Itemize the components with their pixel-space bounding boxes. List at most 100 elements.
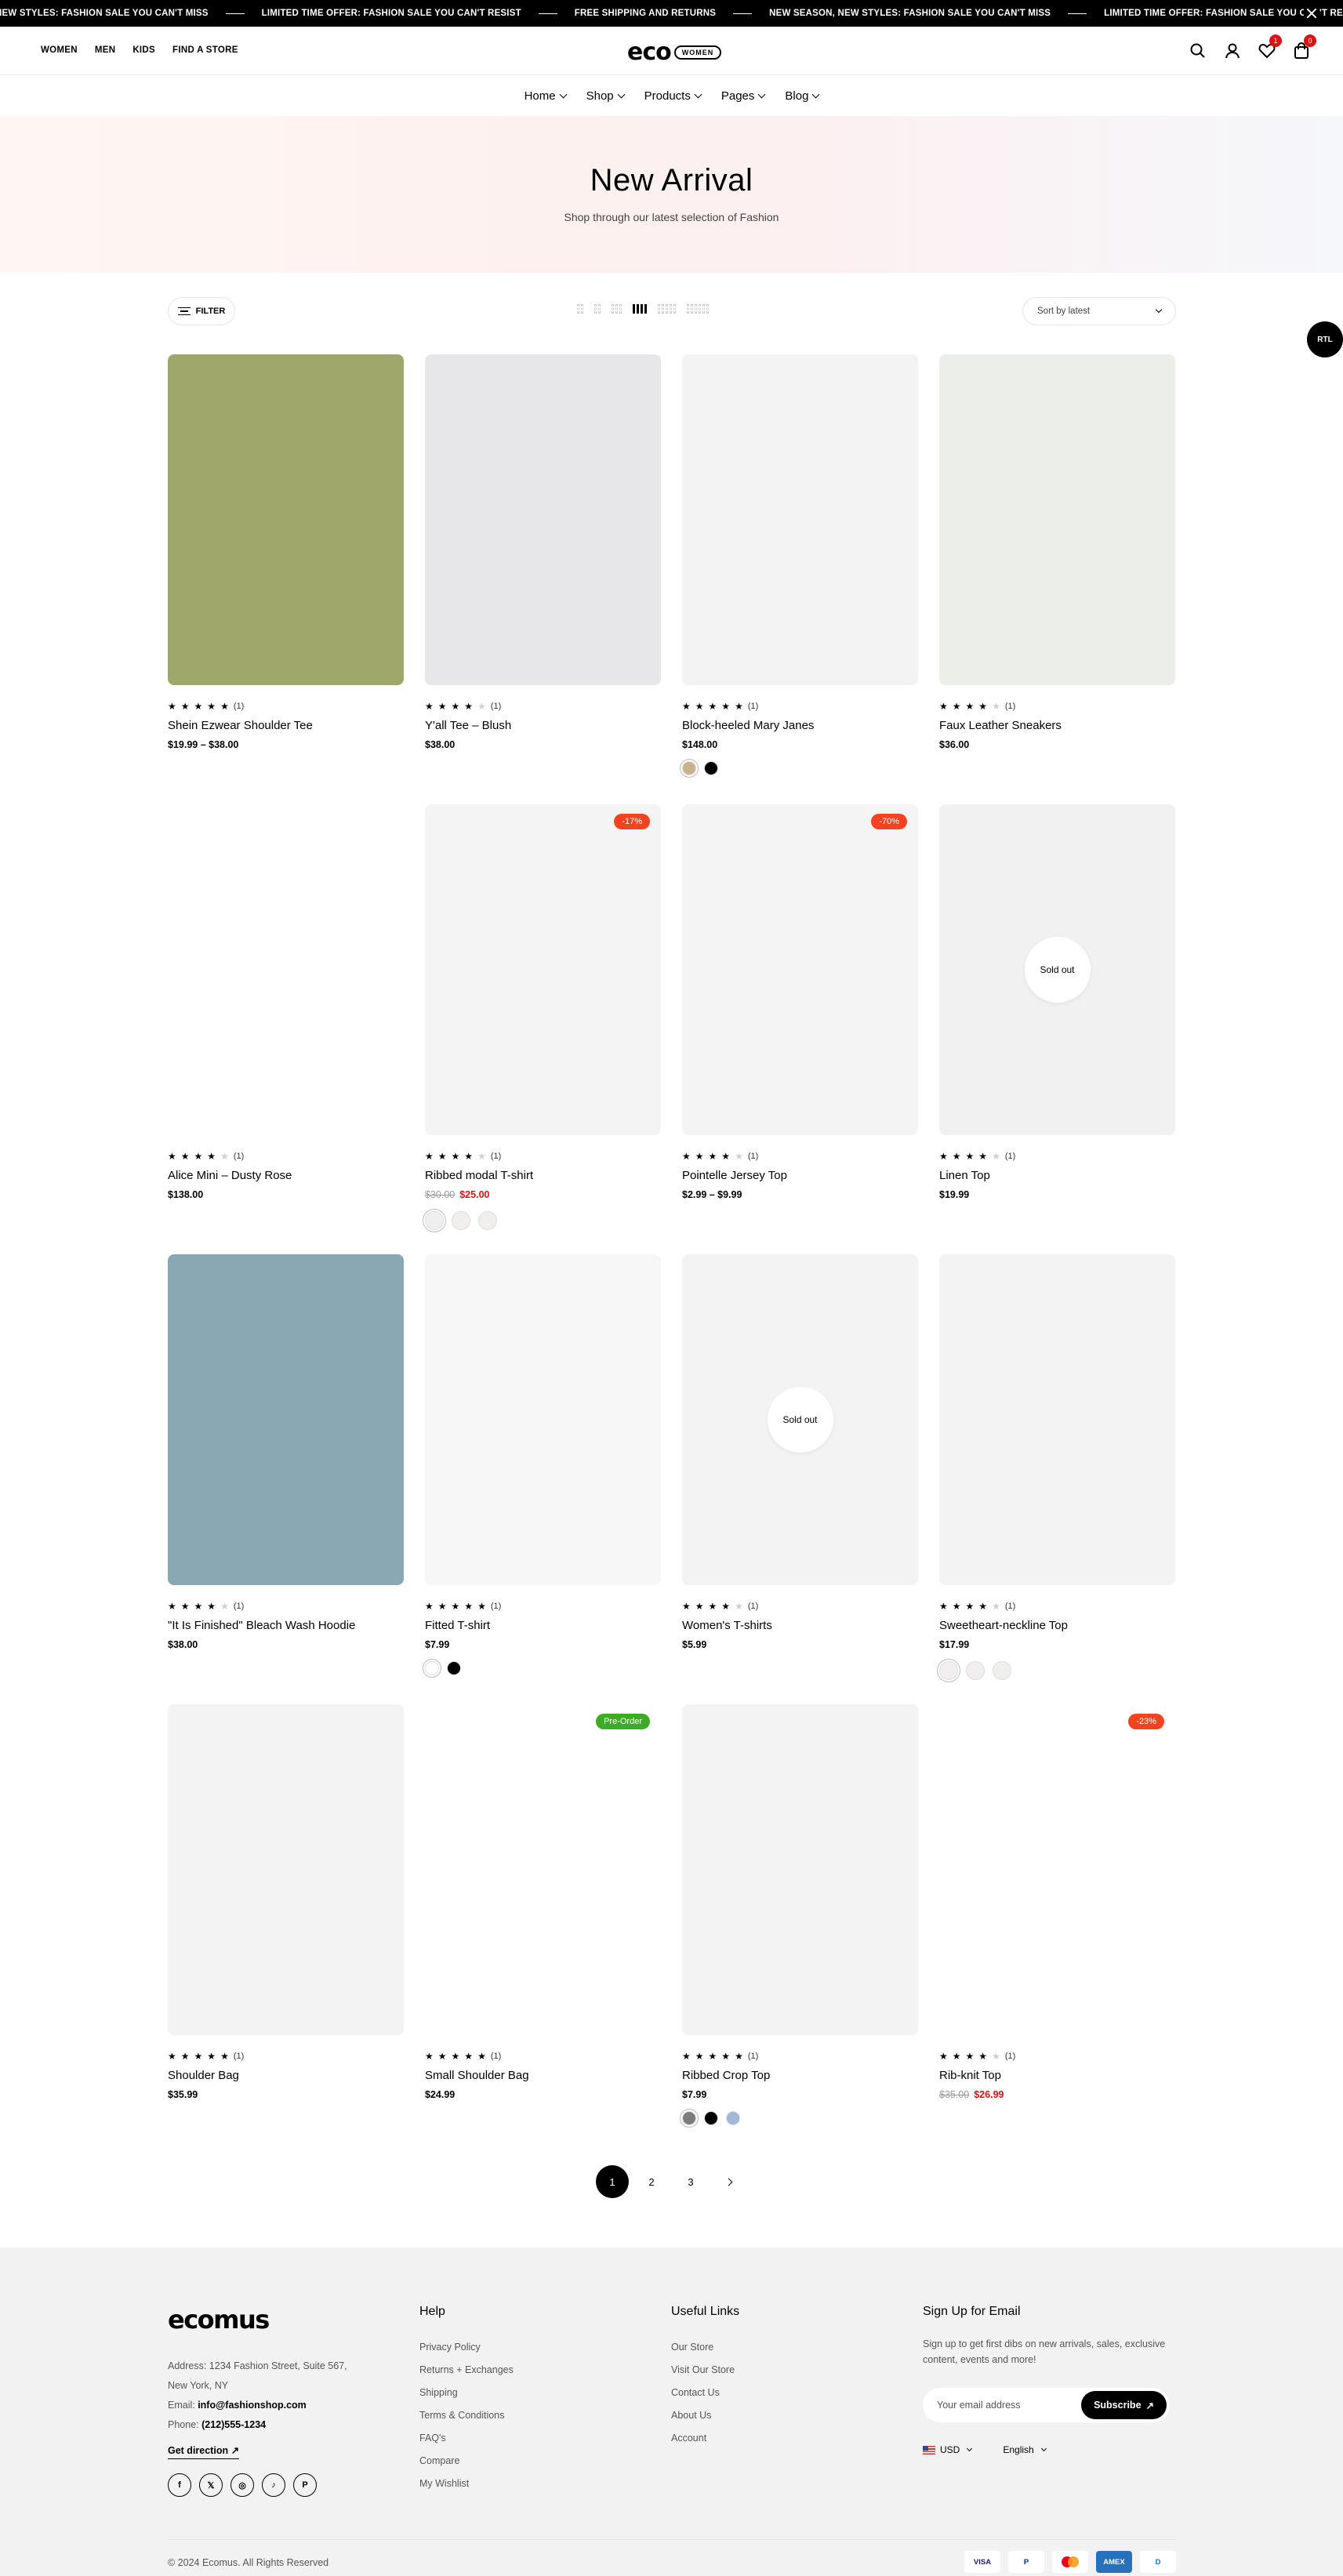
filter-button[interactable]: FILTER bbox=[168, 297, 235, 325]
product-card[interactable]: ★ ★ ★ ★ ★ (1) Block-heeled Mary Janes $148.00 bbox=[682, 354, 918, 804]
tiktok-icon[interactable]: ♪ bbox=[262, 2473, 285, 2497]
product-image[interactable] bbox=[939, 1254, 1175, 1585]
product-name[interactable]: Small Shoulder Bag bbox=[425, 2069, 661, 2082]
image-swatch[interactable] bbox=[452, 1211, 470, 1230]
x-twitter-icon[interactable]: 𝕏 bbox=[199, 2473, 223, 2497]
product-card[interactable]: ★ ★ ★ ★ ★ (1) Y'all Tee – Blush $38.00 bbox=[425, 354, 661, 804]
footer-link[interactable]: My Wishlist bbox=[419, 2473, 514, 2495]
product-card[interactable]: Sold out ★ ★ ★ ★ ★ (1) Linen Top $19.99 bbox=[939, 804, 1175, 1254]
footer-link[interactable]: Account bbox=[671, 2427, 739, 2450]
layout-5-columns-option[interactable] bbox=[658, 304, 676, 314]
next-page-button[interactable] bbox=[713, 2165, 746, 2198]
footer-link[interactable]: Shipping bbox=[419, 2382, 514, 2404]
product-image[interactable] bbox=[425, 1254, 661, 1585]
product-name[interactable]: "It Is Finished" Bleach Wash Hoodie bbox=[168, 1619, 404, 1632]
footer-email-value[interactable]: info@fashionshop.com bbox=[198, 2400, 307, 2411]
sort-select[interactable]: Sort by latest bbox=[1022, 297, 1176, 325]
product-image[interactable]: Pre-Order bbox=[425, 1704, 661, 2035]
product-name[interactable]: Shoulder Bag bbox=[168, 2069, 404, 2082]
header-link-women[interactable]: WOMEN bbox=[41, 45, 78, 55]
nav-item-pages[interactable]: Pages bbox=[721, 89, 766, 103]
nav-item-products[interactable]: Products bbox=[644, 89, 702, 103]
image-swatch[interactable] bbox=[425, 1211, 444, 1230]
rtl-toggle-button[interactable]: RTL bbox=[1307, 321, 1343, 357]
footer-link[interactable]: Our Store bbox=[671, 2336, 739, 2359]
site-logo[interactable]: eco WOMEN bbox=[627, 38, 722, 66]
color-swatch[interactable] bbox=[682, 761, 696, 775]
color-swatch[interactable] bbox=[682, 2111, 696, 2125]
product-name[interactable]: Ribbed Crop Top bbox=[682, 2069, 918, 2082]
product-name[interactable]: Women's T-shirts bbox=[682, 1619, 918, 1632]
product-name[interactable]: Pointelle Jersey Top bbox=[682, 1169, 918, 1182]
footer-link[interactable]: Visit Our Store bbox=[671, 2359, 739, 2382]
close-icon[interactable] bbox=[1304, 5, 1319, 21]
product-image[interactable]: -17% bbox=[425, 804, 661, 1135]
color-swatch[interactable] bbox=[447, 1661, 461, 1675]
product-name[interactable]: Ribbed modal T-shirt bbox=[425, 1169, 661, 1182]
product-image[interactable] bbox=[168, 1254, 404, 1585]
layout-6-columns-option[interactable] bbox=[687, 304, 709, 314]
header-link-find-store[interactable]: FIND A STORE bbox=[172, 45, 238, 55]
product-image[interactable] bbox=[939, 354, 1175, 685]
product-name[interactable]: Block-heeled Mary Janes bbox=[682, 719, 918, 732]
image-swatch[interactable] bbox=[993, 1661, 1011, 1680]
product-card[interactable]: -17% ★ ★ ★ ★ ★ (1) Ribbed modal T-shirt $30.00 $2… bbox=[425, 804, 661, 1254]
color-swatch[interactable] bbox=[704, 2111, 718, 2125]
footer-link[interactable]: Returns + Exchanges bbox=[419, 2359, 514, 2382]
product-name[interactable]: Alice Mini – Dusty Rose bbox=[168, 1169, 404, 1182]
email-input[interactable]: Your email address bbox=[937, 2400, 1021, 2411]
header-link-kids[interactable]: KIDS bbox=[132, 45, 155, 55]
wishlist-icon[interactable]: 1 bbox=[1257, 34, 1282, 61]
footer-link[interactable]: Compare bbox=[419, 2450, 514, 2473]
product-card[interactable]: ★ ★ ★ ★ ★ (1) Shein Ezwear Shoulder Tee $19.99 … bbox=[168, 354, 404, 804]
image-swatch[interactable] bbox=[478, 1211, 497, 1230]
facebook-icon[interactable]: f bbox=[168, 2473, 191, 2497]
footer-link[interactable]: Terms & Conditions bbox=[419, 2404, 514, 2427]
product-card[interactable]: -70% ★ ★ ★ ★ ★ (1) Pointelle Jersey Top $2.99 – … bbox=[682, 804, 918, 1254]
product-name[interactable]: Linen Top bbox=[939, 1169, 1175, 1182]
nav-item-blog[interactable]: Blog bbox=[785, 89, 820, 103]
product-image[interactable] bbox=[682, 1704, 918, 2035]
product-card[interactable]: -23% ★ ★ ★ ★ ★ (1) Rib-knit Top $35.00 $26.99 bbox=[939, 1704, 1175, 2154]
layout-2-columns-option[interactable] bbox=[594, 304, 601, 314]
nav-item-shop[interactable]: Shop bbox=[586, 89, 626, 103]
product-name[interactable]: Faux Leather Sneakers bbox=[939, 719, 1175, 732]
cart-icon[interactable]: 0 bbox=[1291, 34, 1316, 61]
footer-link[interactable]: About Us bbox=[671, 2404, 739, 2427]
image-swatch[interactable] bbox=[966, 1661, 985, 1680]
product-name[interactable]: Shein Ezwear Shoulder Tee bbox=[168, 719, 404, 732]
subscribe-button[interactable]: Subscribe ↗ bbox=[1081, 2391, 1167, 2419]
product-image[interactable]: Sold out bbox=[939, 804, 1175, 1135]
image-swatch[interactable] bbox=[939, 1661, 958, 1680]
pinterest-icon[interactable]: P bbox=[293, 2473, 317, 2497]
product-card[interactable]: ★ ★ ★ ★ ★ (1) "It Is Finished" Bleach Wash Hoo… bbox=[168, 1254, 404, 1704]
page-button[interactable]: 3 bbox=[674, 2165, 707, 2198]
footer-link[interactable]: FAQ's bbox=[419, 2427, 514, 2450]
product-image[interactable]: -70% bbox=[682, 804, 918, 1135]
product-card[interactable]: ★ ★ ★ ★ ★ (1) Alice Mini – Dusty Rose $138.00 bbox=[168, 804, 404, 1254]
account-icon[interactable] bbox=[1222, 41, 1243, 61]
page-button[interactable]: 2 bbox=[635, 2165, 668, 2198]
product-card[interactable]: ★ ★ ★ ★ ★ (1) Fitted T-shirt $7.99 bbox=[425, 1254, 661, 1704]
product-card[interactable]: ★ ★ ★ ★ ★ (1) Faux Leather Sneakers $36.00 bbox=[939, 354, 1175, 804]
footer-phone-value[interactable]: (212)555-1234 bbox=[201, 2419, 266, 2430]
product-card[interactable]: ★ ★ ★ ★ ★ (1) Shoulder Bag $35.99 bbox=[168, 1704, 404, 2154]
language-select[interactable]: English bbox=[1003, 2444, 1047, 2455]
product-card[interactable]: Pre-Order ★ ★ ★ ★ ★ (1) Small Shoulder Bag $24.9… bbox=[425, 1704, 661, 2154]
layout-3-columns-option[interactable] bbox=[612, 304, 622, 314]
footer-link[interactable]: Contact Us bbox=[671, 2382, 739, 2404]
product-image[interactable] bbox=[425, 354, 661, 685]
product-image[interactable]: -23% bbox=[939, 1704, 1175, 2035]
page-button[interactable]: 1 bbox=[596, 2165, 629, 2198]
product-name[interactable]: Sweetheart-neckline Top bbox=[939, 1619, 1175, 1632]
product-image[interactable] bbox=[168, 804, 404, 1135]
footer-link[interactable]: Privacy Policy bbox=[419, 2336, 514, 2359]
product-image[interactable] bbox=[168, 1704, 404, 2035]
nav-item-home[interactable]: Home bbox=[524, 89, 568, 103]
product-card[interactable]: ★ ★ ★ ★ ★ (1) Ribbed Crop Top $7.99 bbox=[682, 1704, 918, 2154]
product-name[interactable]: Y'all Tee – Blush bbox=[425, 719, 661, 732]
footer-logo[interactable]: ecomus bbox=[168, 2305, 347, 2335]
instagram-icon[interactable]: ◎ bbox=[230, 2473, 254, 2497]
currency-select[interactable]: USD bbox=[923, 2444, 973, 2455]
search-icon[interactable] bbox=[1188, 41, 1208, 61]
